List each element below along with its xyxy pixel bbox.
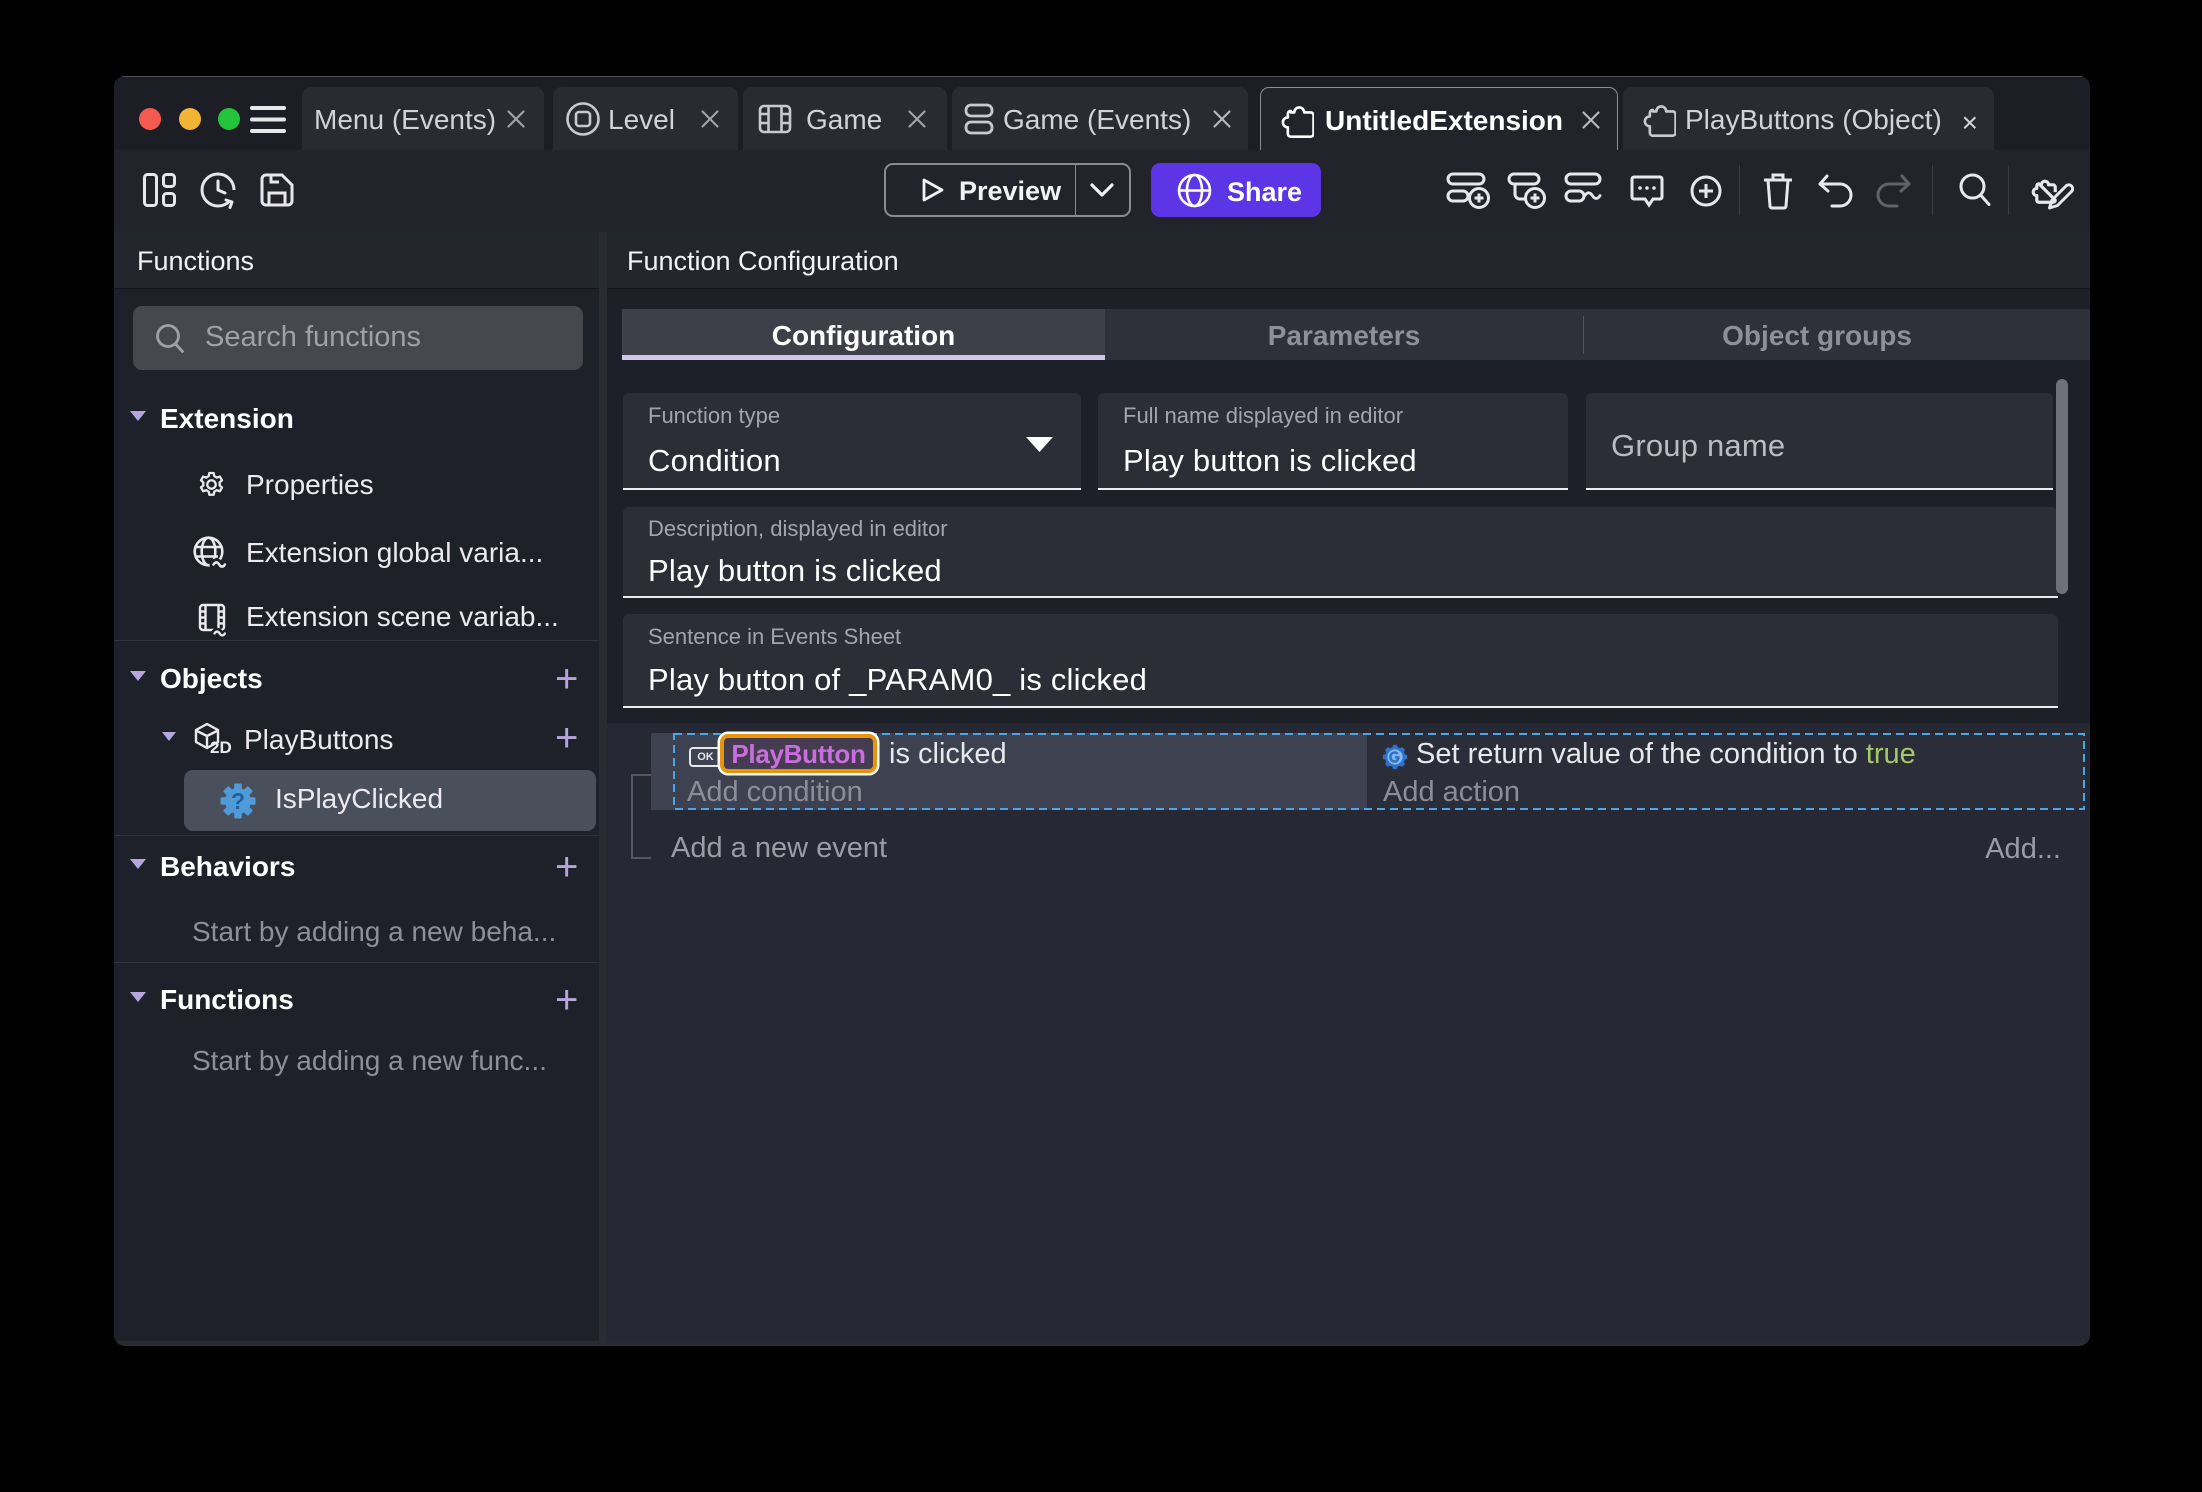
svg-text:?: ? bbox=[231, 788, 245, 814]
